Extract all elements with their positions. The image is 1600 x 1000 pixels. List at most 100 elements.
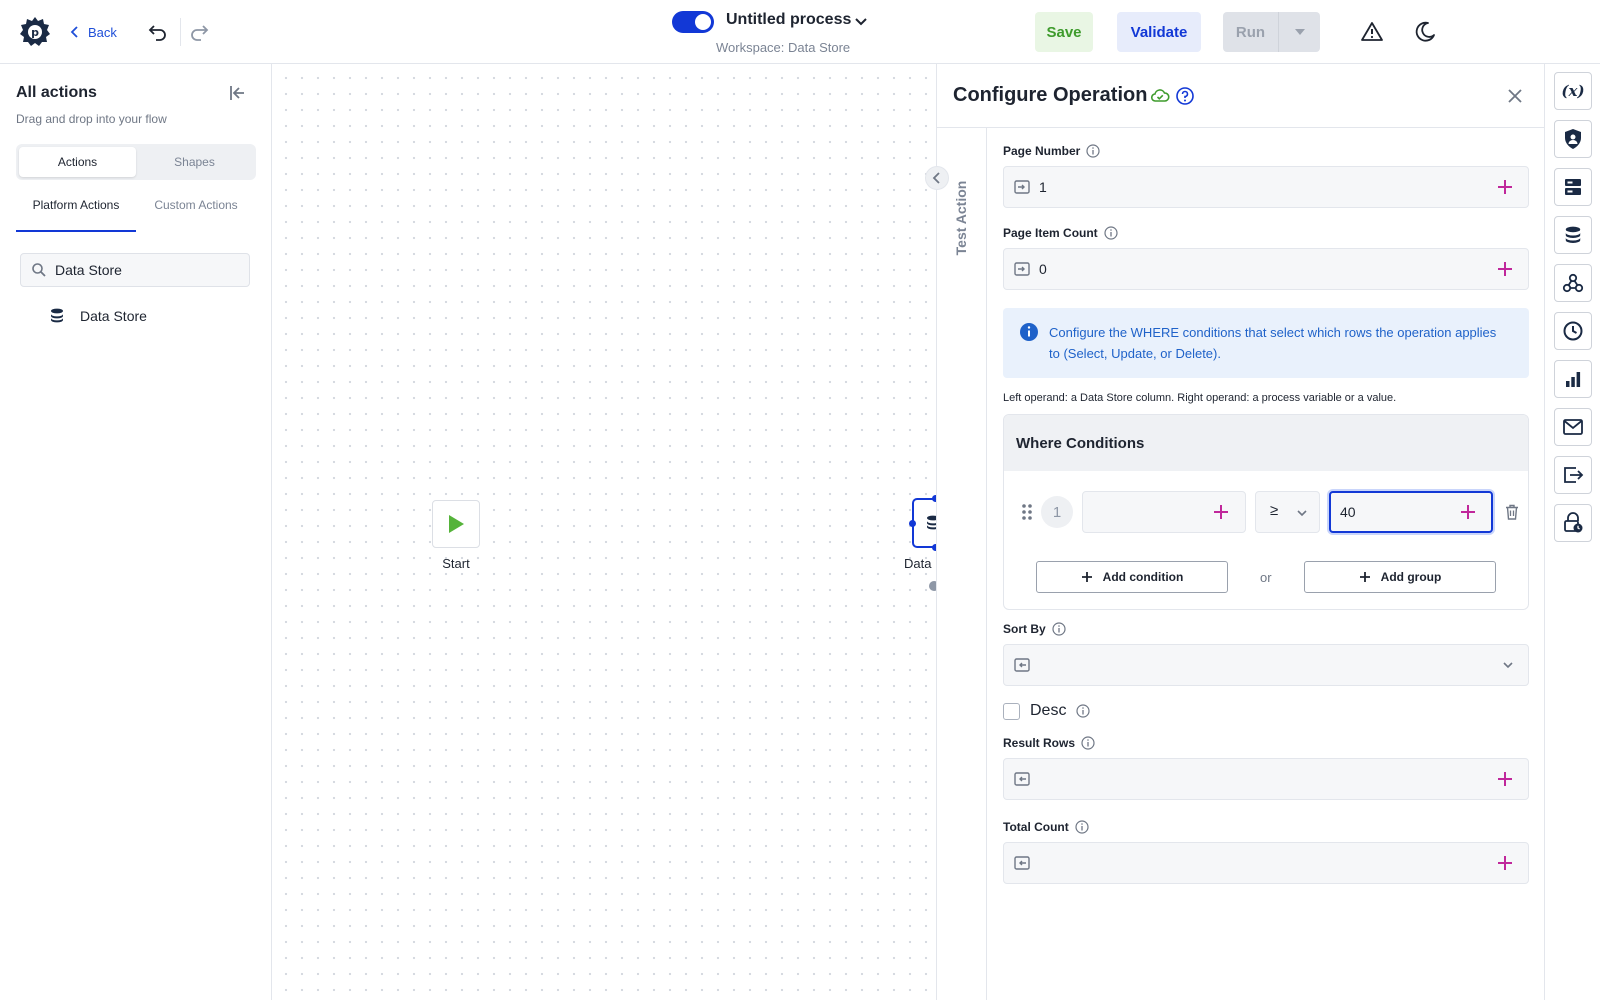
desc-option: Desc [1003,702,1091,720]
back-label: Back [88,24,117,40]
run-label: Run [1235,23,1266,41]
run-button[interactable]: Run [1223,12,1320,52]
clock-icon[interactable] [1554,312,1592,350]
right-operand-field[interactable]: 40 [1329,491,1493,533]
server-icon[interactable] [1554,168,1592,206]
result-rows-field[interactable] [1003,758,1529,800]
plus-icon[interactable] [1496,854,1514,872]
start-node-label: Start [442,556,470,571]
sort-by-select[interactable] [1003,644,1529,686]
process-enabled-toggle[interactable] [672,11,714,33]
sort-by-label-text: Sort By [1003,622,1046,636]
bar-chart-icon[interactable] [1554,360,1592,398]
chevron-left-icon [70,26,80,38]
mail-icon[interactable] [1554,408,1592,446]
plus-icon [1359,571,1371,583]
info-icon[interactable] [1075,820,1089,834]
play-icon [446,513,466,535]
result-rows-label-text: Result Rows [1003,736,1076,750]
sidebar-title: All actions [16,84,97,101]
start-node[interactable] [432,500,480,548]
tab-platform-actions[interactable]: Platform Actions [16,192,136,232]
process-title[interactable]: Untitled process [726,11,851,29]
undo-icon[interactable] [146,20,170,44]
back-button[interactable]: Back [70,20,117,44]
plus-icon[interactable] [1496,260,1514,278]
database-icon [924,514,936,532]
page-item-count-value: 0 [1039,261,1047,277]
output-mapping-icon [1013,854,1031,872]
warning-icon[interactable] [1360,20,1384,44]
search-value: Data Store [55,262,122,278]
chevron-down-icon [1500,657,1516,673]
shield-user-icon[interactable] [1554,120,1592,158]
top-bar: p Back Untitled process Workspace: Data … [0,0,1600,64]
info-icon[interactable] [1076,704,1091,718]
left-operand-field[interactable] [1082,491,1246,533]
node-output-handle[interactable] [929,581,936,591]
action-item-data-store[interactable]: Data Store [48,304,147,328]
redo-icon[interactable] [187,20,211,44]
trash-icon[interactable] [1503,503,1521,521]
plus-icon[interactable] [1212,503,1230,521]
moon-icon[interactable] [1413,20,1437,44]
plus-icon [1081,571,1093,583]
help-icon[interactable] [1175,86,1195,106]
search-icon [31,262,47,278]
page-number-label: Page Number [1003,144,1100,158]
output-mapping-icon [1013,770,1031,788]
collapse-sidebar-icon[interactable] [226,82,248,104]
result-rows-label: Result Rows [1003,736,1095,750]
segment-shapes[interactable]: Shapes [136,147,253,177]
webhook-icon[interactable] [1554,264,1592,302]
configure-operation-panel: Configure Operation Test Action Page Num… [925,64,1545,1000]
logo-gear-icon[interactable]: p [18,15,52,49]
page-number-field[interactable]: 1 [1003,166,1529,208]
drag-handle-icon[interactable] [1020,502,1034,522]
validate-button[interactable]: Validate [1117,12,1201,52]
info-icon[interactable] [1081,736,1095,750]
info-icon[interactable] [1086,144,1100,158]
data-store-node[interactable] [909,495,936,551]
export-icon[interactable] [1554,456,1592,494]
page-number-label-text: Page Number [1003,144,1081,158]
workspace-label: Workspace: Data Store [716,40,851,55]
operator-select[interactable]: ≥ [1255,491,1320,533]
close-icon[interactable] [1505,86,1525,106]
action-item-label: Data Store [80,308,147,324]
add-group-label: Add group [1380,570,1442,584]
sidebar-subtitle: Drag and drop into your flow [16,112,167,126]
database-icon [48,307,66,325]
sort-by-label: Sort By [1003,622,1066,636]
save-button[interactable]: Save [1035,12,1093,52]
node-port-left[interactable] [909,520,916,527]
flow-canvas[interactable]: Start Data [272,64,936,1000]
plus-icon[interactable] [1496,770,1514,788]
tab-custom-actions[interactable]: Custom Actions [136,192,256,232]
variable-x-icon[interactable]: (x) [1554,72,1592,110]
info-icon[interactable] [1104,226,1118,240]
add-group-button[interactable]: Add group [1304,561,1496,593]
actions-sidebar: All actions Drag and drop into your flow… [0,64,272,1000]
action-search-input[interactable]: Data Store [20,253,250,287]
lock-clock-icon[interactable] [1554,504,1592,542]
panel-header: Configure Operation [937,64,1545,128]
page-item-count-label-text: Page Item Count [1003,226,1098,240]
chevron-down-icon[interactable] [852,13,870,31]
desc-checkbox[interactable] [1003,702,1020,720]
plus-icon[interactable] [1496,178,1514,196]
right-operand-value: 40 [1340,504,1356,520]
add-condition-button[interactable]: Add condition [1036,561,1228,593]
total-count-field[interactable] [1003,842,1529,884]
right-tool-rail: (x) [1544,64,1600,1000]
database-icon[interactable] [1554,216,1592,254]
page-item-count-field[interactable]: 0 [1003,248,1529,290]
panel-title: Configure Operation [953,84,1148,106]
run-dropdown-caret-icon[interactable] [1279,12,1320,52]
test-action-tab[interactable]: Test Action [953,181,969,256]
segment-actions[interactable]: Actions [19,147,136,177]
plus-icon[interactable] [1459,503,1477,521]
where-info-callout: Configure the WHERE conditions that sele… [1003,308,1529,378]
output-mapping-icon [1013,656,1031,674]
info-icon[interactable] [1052,622,1066,636]
